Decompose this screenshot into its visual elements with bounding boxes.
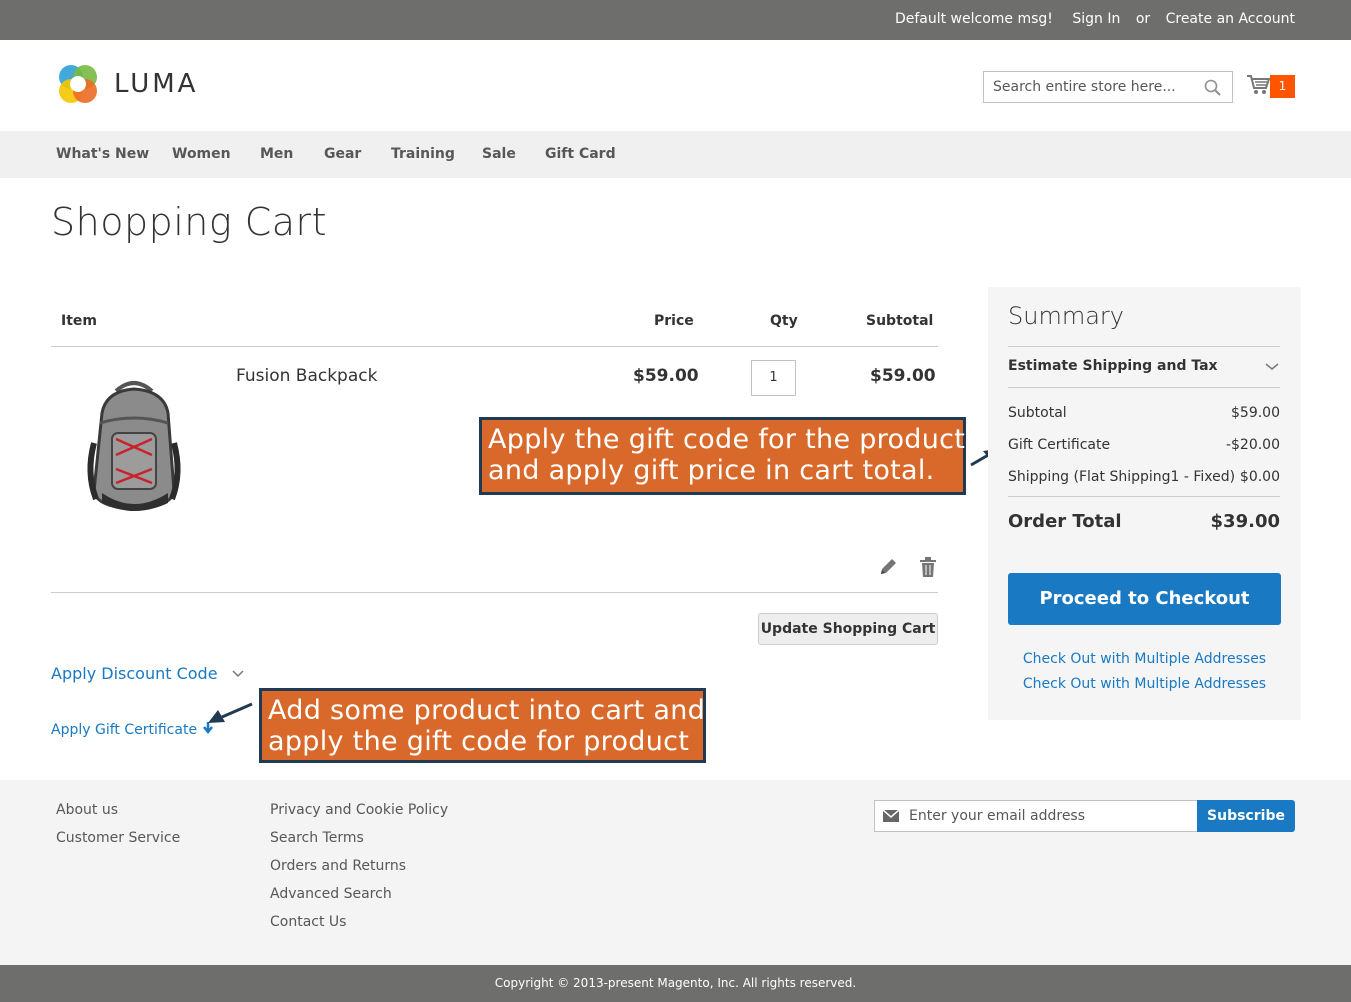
order-total-value: $39.00 (1210, 511, 1280, 532)
column-header-qty: Qty (770, 313, 798, 329)
nav-women[interactable]: Women (172, 146, 231, 162)
envelope-icon (883, 810, 899, 822)
product-subtotal: $59.00 (870, 366, 936, 386)
or-text: or (1135, 11, 1151, 27)
proceed-to-checkout-button[interactable]: Proceed to Checkout (1008, 573, 1281, 625)
chevron-down-icon[interactable] (1265, 362, 1279, 372)
nav-men[interactable]: Men (260, 146, 293, 162)
newsletter-box (874, 800, 1198, 832)
summary-value: -$20.00 (1225, 437, 1280, 453)
create-account-link[interactable]: Create an Account (1166, 11, 1295, 27)
edit-pencil-icon[interactable] (878, 557, 898, 577)
footer: About us Customer Service Privacy and Co… (0, 780, 1351, 965)
welcome-message: Default welcome msg! (894, 11, 1053, 27)
apply-gift-label: Apply Gift Certificate (51, 722, 198, 738)
summary-value: $0.00 (1239, 469, 1280, 485)
footer-link-customer-service[interactable]: Customer Service (56, 830, 180, 846)
summary-label: Subtotal (1008, 405, 1067, 421)
gift-callout-line2: apply the gift code for product (268, 726, 690, 757)
footer-link-about[interactable]: About us (56, 802, 118, 818)
nav-training[interactable]: Training (391, 146, 455, 162)
luma-logo-icon (59, 65, 97, 103)
multi-address-link[interactable]: Check Out with Multiple Addresses (988, 651, 1301, 667)
column-header-subtotal: Subtotal (866, 313, 934, 329)
summary-divider (1008, 387, 1280, 388)
cart-count-badge[interactable]: 1 (1270, 75, 1295, 98)
page-title: Shopping Cart (51, 200, 328, 244)
summary-value: $59.00 (1231, 405, 1280, 421)
apply-discount-label: Apply Discount Code (51, 664, 218, 683)
summary-title: Summary (1008, 302, 1124, 330)
search-input[interactable] (984, 72, 1194, 102)
product-name[interactable]: Fusion Backpack (236, 366, 377, 386)
gift-callout: Add some product into cart and apply the… (259, 688, 706, 763)
apply-gift-certificate-toggle[interactable]: Apply Gift Certificate (51, 721, 214, 738)
summary-row-gift-certificate: Gift Certificate -$20.00 (1008, 437, 1280, 453)
footer-link-orders-returns[interactable]: Orders and Returns (270, 858, 406, 874)
summary-label: Shipping (Flat Shipping1 - Fixed) (1008, 469, 1236, 485)
header: LUMA 1 (0, 40, 1351, 131)
summary-callout-line1: Apply the gift code for the product (488, 424, 966, 455)
chevron-down-icon (232, 670, 244, 678)
order-total-label: Order Total (1008, 511, 1122, 532)
newsletter-email-input[interactable] (909, 801, 1189, 831)
order-summary: Summary Estimate Shipping and Tax Subtot… (988, 287, 1301, 720)
summary-row-subtotal: Subtotal $59.00 (1008, 405, 1280, 421)
nav-sale[interactable]: Sale (482, 146, 516, 162)
sign-in-link[interactable]: Sign In (1072, 11, 1120, 27)
header-links: Default welcome msg! Sign In or Create a… (895, 11, 1295, 27)
quantity-input[interactable]: 1 (751, 360, 796, 396)
product-price: $59.00 (633, 366, 699, 386)
footer-link-privacy[interactable]: Privacy and Cookie Policy (270, 802, 448, 818)
footer-link-search-terms[interactable]: Search Terms (270, 830, 364, 846)
trash-icon[interactable] (919, 557, 937, 577)
footer-link-contact[interactable]: Contact Us (270, 914, 346, 930)
gift-callout-line1: Add some product into cart and (268, 695, 706, 726)
summary-label: Gift Certificate (1008, 437, 1111, 453)
nav-gear[interactable]: Gear (324, 146, 361, 162)
subscribe-button[interactable]: Subscribe (1197, 800, 1295, 832)
table-divider (51, 346, 938, 347)
apply-discount-toggle[interactable]: Apply Discount Code (51, 664, 245, 683)
cart-icon[interactable] (1246, 74, 1270, 96)
update-cart-button[interactable]: Update Shopping Cart (758, 613, 938, 645)
multi-address-link[interactable]: Check Out with Multiple Addresses (988, 676, 1301, 692)
nav-whats-new[interactable]: What's New (56, 146, 149, 162)
summary-callout-line2: and apply gift price in cart total. (488, 455, 935, 486)
summary-row-shipping: Shipping (Flat Shipping1 - Fixed) $0.00 (1008, 469, 1280, 485)
logo-text: LUMA (114, 69, 199, 99)
logo[interactable]: LUMA (56, 62, 198, 106)
copyright: Copyright © 2013-present Magento, Inc. A… (0, 965, 1351, 1002)
callout-arrow-icon (208, 702, 253, 723)
footer-link-advanced-search[interactable]: Advanced Search (270, 886, 392, 902)
summary-callout: Apply the gift code for the product and … (479, 417, 966, 495)
top-bar: Default welcome msg! Sign In or Create a… (0, 0, 1351, 40)
search-box (983, 71, 1233, 103)
product-image[interactable] (72, 373, 196, 529)
column-header-price: Price (654, 313, 694, 329)
summary-divider (1008, 496, 1280, 497)
column-header-item: Item (61, 313, 97, 329)
table-bottom-divider (51, 592, 938, 593)
nav-gift-card[interactable]: Gift Card (545, 146, 616, 162)
estimate-shipping-toggle[interactable]: Estimate Shipping and Tax (1008, 358, 1218, 374)
search-icon[interactable] (1204, 79, 1222, 97)
order-total: Order Total $39.00 (1008, 511, 1280, 532)
main-nav: What's New Women Men Gear Training Sale … (0, 131, 1351, 178)
summary-divider (1008, 346, 1280, 347)
